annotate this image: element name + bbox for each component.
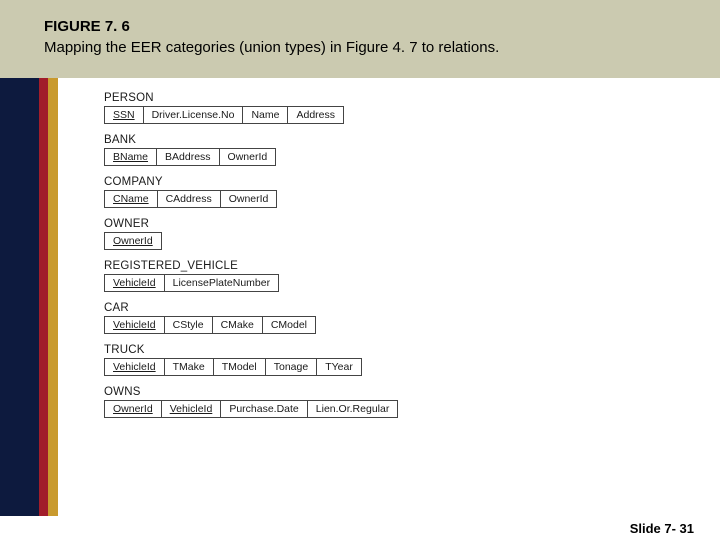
attribute-row: BName BAddress OwnerId [104, 148, 680, 166]
attribute-cell: BAddress [156, 148, 219, 166]
relation-name: PERSON [104, 92, 680, 104]
attribute-row: VehicleId CStyle CMake CModel [104, 316, 680, 334]
attribute-cell: TMake [164, 358, 213, 376]
schema-diagram: PERSON SSN Driver.License.No Name Addres… [58, 78, 720, 516]
slide-header: FIGURE 7. 6 Mapping the EER categories (… [0, 0, 720, 78]
attribute-cell: TModel [213, 358, 265, 376]
attribute-cell: VehicleId [104, 274, 164, 292]
attribute-cell: LicensePlateNumber [164, 274, 279, 292]
relation-company: COMPANY CName CAddress OwnerId [104, 176, 680, 208]
relation-name: CAR [104, 302, 680, 314]
attribute-cell: CMake [212, 316, 262, 334]
relation-name: OWNER [104, 218, 680, 230]
accent-bar-blue [0, 78, 39, 516]
accent-bar-gold [48, 78, 58, 516]
relation-owns: OWNS OwnerId VehicleId Purchase.Date Lie… [104, 386, 680, 418]
slide: FIGURE 7. 6 Mapping the EER categories (… [0, 0, 720, 540]
figure-number: FIGURE 7. 6 [44, 16, 676, 37]
attribute-cell: CModel [262, 316, 316, 334]
attribute-row: SSN Driver.License.No Name Address [104, 106, 680, 124]
relation-name: BANK [104, 134, 680, 146]
attribute-cell: Name [242, 106, 287, 124]
attribute-cell: Tonage [265, 358, 316, 376]
attribute-row: OwnerId VehicleId Purchase.Date Lien.Or.… [104, 400, 680, 418]
relation-name: TRUCK [104, 344, 680, 356]
attribute-cell: CAddress [157, 190, 220, 208]
relation-owner: OWNER OwnerId [104, 218, 680, 250]
relation-name: COMPANY [104, 176, 680, 188]
attribute-row: CName CAddress OwnerId [104, 190, 680, 208]
relation-bank: BANK BName BAddress OwnerId [104, 134, 680, 166]
attribute-row: VehicleId LicensePlateNumber [104, 274, 680, 292]
attribute-cell: OwnerId [219, 148, 277, 166]
attribute-cell: Purchase.Date [220, 400, 306, 418]
attribute-cell: OwnerId [220, 190, 278, 208]
relation-name: OWNS [104, 386, 680, 398]
slide-body: PERSON SSN Driver.License.No Name Addres… [0, 78, 720, 516]
attribute-cell: OwnerId [104, 400, 161, 418]
slide-number: Slide 7- 31 [630, 521, 694, 536]
accent-bar-red [39, 78, 49, 516]
accent-color-bar [0, 78, 58, 516]
attribute-row: VehicleId TMake TModel Tonage TYear [104, 358, 680, 376]
relation-truck: TRUCK VehicleId TMake TModel Tonage TYea… [104, 344, 680, 376]
attribute-cell: BName [104, 148, 156, 166]
attribute-cell: SSN [104, 106, 143, 124]
relation-name: REGISTERED_VEHICLE [104, 260, 680, 272]
attribute-cell: TYear [316, 358, 362, 376]
attribute-cell: CStyle [164, 316, 212, 334]
attribute-cell: CName [104, 190, 157, 208]
relation-person: PERSON SSN Driver.License.No Name Addres… [104, 92, 680, 124]
attribute-cell: VehicleId [104, 316, 164, 334]
attribute-cell: OwnerId [104, 232, 162, 250]
relation-registered-vehicle: REGISTERED_VEHICLE VehicleId LicensePlat… [104, 260, 680, 292]
attribute-cell: VehicleId [104, 358, 164, 376]
attribute-row: OwnerId [104, 232, 680, 250]
relation-car: CAR VehicleId CStyle CMake CModel [104, 302, 680, 334]
attribute-cell: Address [287, 106, 344, 124]
attribute-cell: Lien.Or.Regular [307, 400, 399, 418]
attribute-cell: VehicleId [161, 400, 221, 418]
figure-caption: Mapping the EER categories (union types)… [44, 37, 676, 58]
attribute-cell: Driver.License.No [143, 106, 243, 124]
